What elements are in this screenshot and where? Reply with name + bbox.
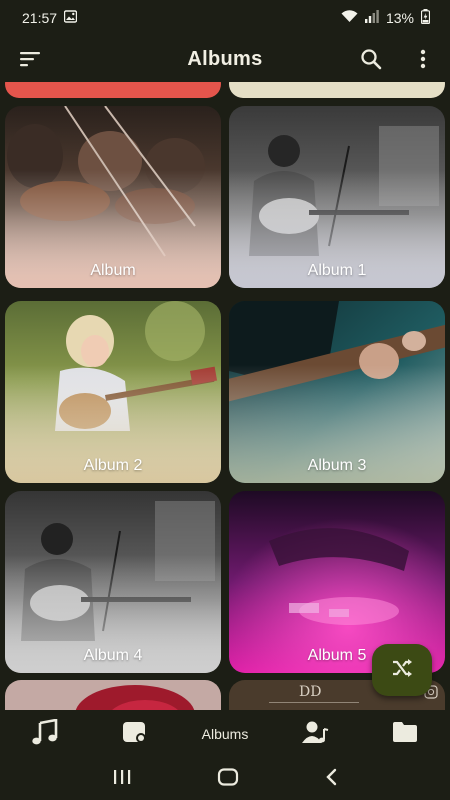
album-title: Album 4 [83, 647, 143, 664]
status-left: 21:57 [22, 10, 78, 26]
album-tile-partial[interactable] [5, 82, 221, 98]
shuffle-icon [391, 658, 413, 683]
album-cover-art [5, 301, 221, 483]
album-cover-art [229, 106, 445, 288]
album-icon [121, 719, 149, 750]
wifi-icon [341, 10, 358, 26]
battery-icon [420, 9, 431, 27]
recents-icon[interactable] [112, 768, 132, 791]
album-cover-art [5, 106, 221, 288]
folder-icon [392, 721, 418, 748]
system-navigation-bar [0, 758, 450, 800]
album-tile[interactable]: Album 3 [229, 301, 445, 483]
signal-icon [364, 10, 379, 26]
sort-icon[interactable] [18, 46, 44, 72]
battery-text: 13% [385, 10, 414, 26]
album-tile-partial[interactable] [229, 82, 445, 98]
nav-albums-label: Albums [201, 726, 249, 742]
nav-albums[interactable]: Albums [185, 714, 265, 754]
album-tile[interactable]: Album 1 [229, 106, 445, 288]
album-tile[interactable]: Album 4 [5, 491, 221, 673]
album-title: Album 2 [83, 457, 143, 474]
album-cover-art [5, 680, 221, 710]
bottom-navigation: Albums [0, 710, 450, 758]
shuffle-button[interactable] [372, 644, 432, 696]
album-tile-partial[interactable] [5, 680, 221, 710]
album-cover-art [5, 491, 221, 673]
album-title: Album 3 [307, 457, 367, 474]
app-bar: Albums [0, 36, 450, 82]
nav-playlists[interactable] [95, 714, 175, 754]
search-icon[interactable] [358, 46, 384, 72]
gallery-icon [63, 10, 78, 26]
home-icon[interactable] [217, 767, 239, 791]
music-note-icon [31, 717, 59, 750]
album-cover-art [229, 301, 445, 483]
back-icon[interactable] [324, 768, 338, 791]
status-bar: 21:57 13% [0, 0, 450, 36]
nav-songs[interactable] [5, 714, 85, 754]
artist-icon [301, 719, 329, 750]
svg-text:DD: DD [299, 684, 321, 700]
album-grid[interactable]: Album Album 1 Album 2 Album 3 Album 4 Al… [0, 82, 450, 710]
nav-artists[interactable] [275, 714, 355, 754]
album-title: Album 1 [307, 262, 367, 279]
status-time: 21:57 [22, 10, 58, 26]
album-title: Album [90, 262, 136, 279]
album-tile[interactable]: Album 2 [5, 301, 221, 483]
album-tile[interactable]: Album [5, 106, 221, 288]
status-right: 13% [341, 9, 431, 27]
app-bar-actions [358, 46, 436, 72]
nav-folders[interactable] [365, 714, 445, 754]
more-vert-icon[interactable] [410, 46, 436, 72]
